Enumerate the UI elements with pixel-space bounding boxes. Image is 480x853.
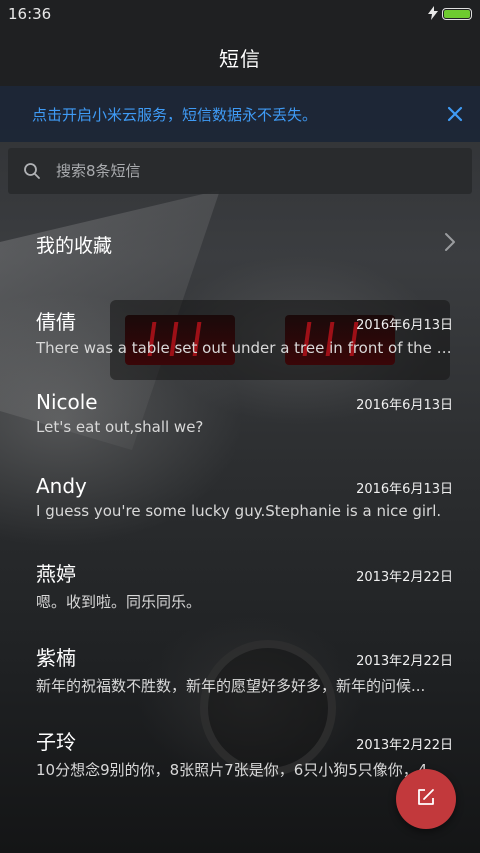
page-title: 短信 xyxy=(219,46,261,71)
close-icon[interactable] xyxy=(444,103,466,125)
cloud-banner-text[interactable]: 点击开启小米云服务，短信数据永不丢失。 xyxy=(32,104,317,125)
conversation-item[interactable]: 倩倩 2016年6月13日 There was a table set out … xyxy=(0,290,480,374)
conversation-contact-name: Nicole xyxy=(36,390,98,414)
conversation-item[interactable]: 紫楠 2013年2月22日 新年的祝福数不胜数，新年的愿望好多好多，新年的问候.… xyxy=(0,626,480,710)
title-bar: 短信 xyxy=(0,28,480,86)
lightning-icon xyxy=(428,5,438,24)
conversation-preview: There was a table set out under a tree i… xyxy=(36,339,453,357)
conversation-list: 倩倩 2016年6月13日 There was a table set out … xyxy=(0,290,480,794)
conversation-date: 2016年6月13日 xyxy=(356,398,453,413)
conversation-item[interactable]: Nicole 2016年6月13日 Let's eat out,shall we… xyxy=(0,374,480,458)
search-input[interactable] xyxy=(54,161,438,181)
chevron-right-icon xyxy=(444,232,456,256)
conversation-preview: I guess you're some lucky guy.Stephanie … xyxy=(36,502,442,520)
compose-icon xyxy=(416,787,436,811)
status-bar: 16:36 xyxy=(0,0,480,28)
conversation-date: 2013年2月22日 xyxy=(356,738,453,753)
battery-icon xyxy=(442,8,472,20)
conversation-item[interactable]: Andy 2016年6月13日 I guess you're some luck… xyxy=(0,458,480,542)
battery-level-fill xyxy=(444,10,470,18)
conversation-date: 2016年6月13日 xyxy=(356,318,453,333)
conversation-date: 2016年6月13日 xyxy=(356,482,453,497)
conversation-date: 2013年2月22日 xyxy=(356,570,453,585)
conversation-preview: 嗯。收到啦。同乐同乐。 xyxy=(36,593,202,611)
messages-screen: 16:36 短信 点击开启小米云服务，短信数据永不丢失。 搜索8条短信 我的收藏… xyxy=(0,0,480,853)
conversation-preview: 10分想念9别的你，8张照片7张是你，6只小狗5只像你，4... xyxy=(36,761,442,779)
conversation-date: 2013年2月22日 xyxy=(356,654,453,669)
conversation-preview: 新年的祝福数不胜数，新年的愿望好多好多，新年的问候... xyxy=(36,677,426,695)
search-icon xyxy=(22,161,42,181)
favorites-row[interactable]: 我的收藏 xyxy=(0,208,480,280)
status-time: 16:36 xyxy=(8,5,52,23)
cloud-service-banner[interactable]: 点击开启小米云服务，短信数据永不丢失。 xyxy=(0,86,480,142)
conversation-contact-name: 燕婷 xyxy=(36,562,76,586)
conversation-contact-name: 紫楠 xyxy=(36,646,76,670)
conversation-preview: Let's eat out,shall we? xyxy=(36,418,204,436)
compose-button[interactable] xyxy=(396,769,456,829)
conversation-item[interactable]: 燕婷 2013年2月22日 嗯。收到啦。同乐同乐。 xyxy=(0,542,480,626)
conversation-contact-name: 子玲 xyxy=(36,730,76,754)
favorites-label: 我的收藏 xyxy=(36,234,113,257)
status-icons xyxy=(428,5,472,24)
search-bar[interactable] xyxy=(8,148,472,194)
conversation-contact-name: 倩倩 xyxy=(36,310,76,334)
conversation-contact-name: Andy xyxy=(36,474,87,498)
